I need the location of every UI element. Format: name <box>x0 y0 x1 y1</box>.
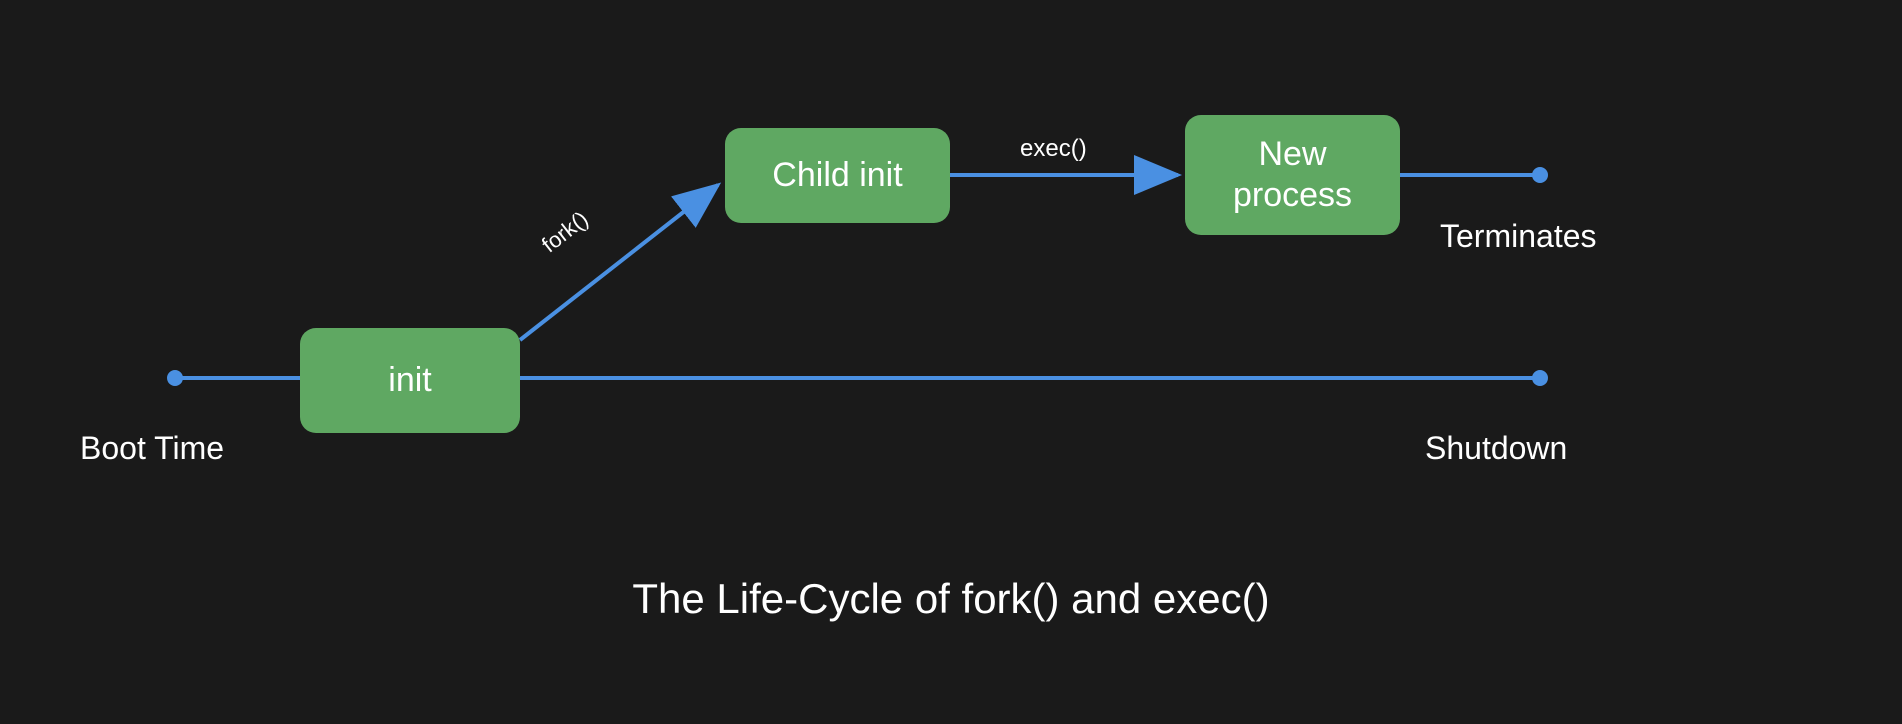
new-process-node: New process <box>1185 115 1400 235</box>
shutdown-dot <box>1532 370 1548 386</box>
init-node: init <box>300 328 520 433</box>
fork-edge-label: fork() <box>537 206 593 258</box>
boot-time-dot <box>167 370 183 386</box>
terminates-dot <box>1532 167 1548 183</box>
lifecycle-diagram: init Child init New process fork() exec(… <box>0 0 1902 724</box>
terminates-label: Terminates <box>1440 218 1597 255</box>
child-init-node: Child init <box>725 128 950 223</box>
boot-time-label: Boot Time <box>80 430 224 467</box>
diagram-title: The Life-Cycle of fork() and exec() <box>0 575 1902 623</box>
new-process-node-label: New process <box>1233 134 1352 216</box>
init-node-label: init <box>388 360 431 401</box>
exec-edge-label: exec() <box>1020 135 1087 163</box>
child-init-node-label: Child init <box>772 155 902 196</box>
fork-arrow <box>520 185 718 340</box>
shutdown-label: Shutdown <box>1425 430 1567 467</box>
